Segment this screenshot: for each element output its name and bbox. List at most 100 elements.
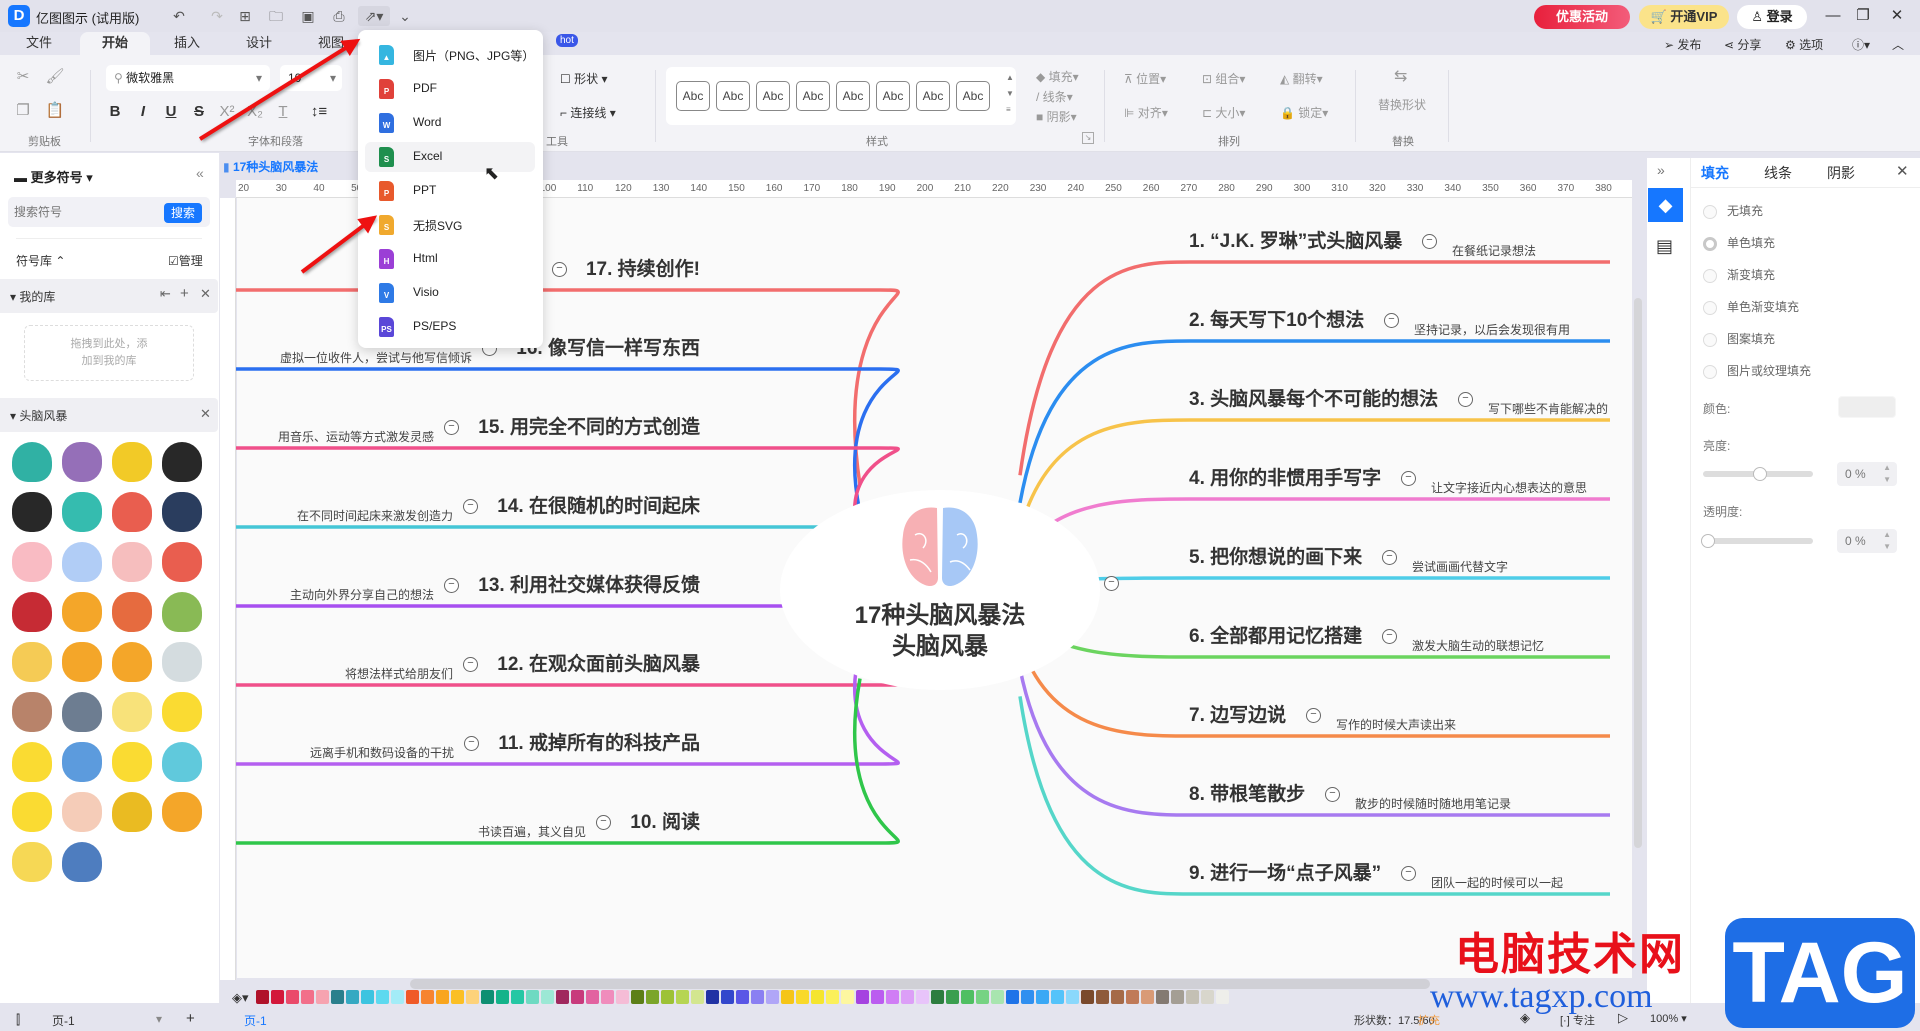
palette-swatch[interactable] xyxy=(646,990,659,1004)
branch-note[interactable]: 团队一起的时候可以一起 xyxy=(1431,874,1563,891)
branch-topic[interactable]: 1. “J.K. 罗琳”式头脑风暴 xyxy=(1189,226,1402,253)
branch-topic[interactable]: 9. 进行一场“点子风暴” xyxy=(1189,858,1381,885)
palette-swatch[interactable] xyxy=(811,990,824,1004)
palette-swatch[interactable] xyxy=(1216,990,1229,1004)
branch-topic[interactable]: 4. 用你的非惯用手写字 xyxy=(1189,463,1381,490)
palette-swatch[interactable] xyxy=(781,990,794,1004)
branch-topic[interactable]: 8. 带根笔散步 xyxy=(1189,779,1305,806)
add-page-icon[interactable]: + xyxy=(186,1010,195,1027)
page-select[interactable]: 页-1 ▾ xyxy=(52,1012,162,1029)
branch-topic[interactable]: 2. 每天写下10个想法 xyxy=(1189,305,1364,332)
branch-topic[interactable]: 7. 边写边说 xyxy=(1189,700,1286,727)
expand-panel-icon[interactable]: » xyxy=(1657,162,1665,178)
collapse-icon[interactable]: − xyxy=(1458,392,1473,407)
branch-note[interactable]: 虚拟一位收件人，尝试与他写信倾诉 xyxy=(280,349,472,366)
palette-swatch[interactable] xyxy=(586,990,599,1004)
palette-swatch[interactable] xyxy=(766,990,779,1004)
palette-swatch[interactable] xyxy=(976,990,989,1004)
transparency-slider-knob[interactable] xyxy=(1701,534,1715,548)
tab-line[interactable]: 线条 xyxy=(1764,163,1792,183)
branch-note[interactable]: 尝试画画代替文字 xyxy=(1412,558,1508,575)
palette-swatch[interactable] xyxy=(541,990,554,1004)
fill-option[interactable]: 渐变填充 xyxy=(1703,266,1775,283)
brightness-slider[interactable] xyxy=(1703,467,1813,481)
palette-swatch[interactable] xyxy=(436,990,449,1004)
palette-swatch[interactable] xyxy=(1126,990,1139,1004)
export-menu-item[interactable]: PS PS/EPS xyxy=(365,312,535,342)
palette-swatch[interactable] xyxy=(391,990,404,1004)
close-panel-icon[interactable]: ✕ xyxy=(1896,162,1909,180)
collapse-icon[interactable]: − xyxy=(1382,550,1397,565)
palette-swatch[interactable] xyxy=(796,990,809,1004)
fill-option[interactable]: 单色填充 xyxy=(1703,234,1775,251)
collapse-icon[interactable]: − xyxy=(1306,708,1321,723)
transparency-slider[interactable] xyxy=(1701,534,1813,548)
palette-swatch[interactable] xyxy=(751,990,764,1004)
palette-swatch[interactable] xyxy=(871,990,884,1004)
palette-swatch[interactable] xyxy=(421,990,434,1004)
fill-option[interactable]: 无填充 xyxy=(1703,202,1763,219)
branch-topic[interactable]: 13. 利用社交媒体获得反馈 xyxy=(478,570,700,597)
export-menu-item[interactable]: W Word xyxy=(365,108,535,138)
collapse-icon[interactable]: − xyxy=(1401,866,1416,881)
branch-note[interactable]: 在餐纸记录想法 xyxy=(1452,242,1536,259)
collapse-icon[interactable]: − xyxy=(463,657,478,672)
brightness-slider-knob[interactable] xyxy=(1753,467,1767,481)
radio-button[interactable] xyxy=(1703,268,1717,283)
palette-swatch[interactable] xyxy=(466,990,479,1004)
palette-swatch[interactable] xyxy=(1081,990,1094,1004)
palette-swatch[interactable] xyxy=(346,990,359,1004)
branch-note[interactable]: 主动向外界分享自己的想法 xyxy=(290,586,434,603)
brightness-input[interactable]: 0 % ▲ ▼ xyxy=(1837,462,1897,486)
palette-swatch[interactable] xyxy=(1006,990,1019,1004)
tab-shadow[interactable]: 阴影 xyxy=(1827,163,1855,183)
collapse-icon[interactable]: − xyxy=(552,262,567,277)
palette-swatch[interactable] xyxy=(706,990,719,1004)
palette-swatch[interactable] xyxy=(1036,990,1049,1004)
fill-option[interactable]: 单色渐变填充 xyxy=(1703,298,1799,315)
branch-note[interactable]: 用音乐、运动等方式激发灵感 xyxy=(278,428,434,445)
branch-topic[interactable]: 3. 头脑风暴每个不可能的想法 xyxy=(1189,384,1438,411)
collapse-icon[interactable]: − xyxy=(464,736,479,751)
transparency-input[interactable]: 0 % ▲ ▼ xyxy=(1837,529,1897,553)
collapse-icon[interactable]: − xyxy=(463,499,478,514)
palette-swatch[interactable] xyxy=(256,990,269,1004)
palette-swatch[interactable] xyxy=(826,990,839,1004)
palette-swatch[interactable] xyxy=(721,990,734,1004)
palette-swatch[interactable] xyxy=(886,990,899,1004)
branch-note[interactable]: 书读百遍，其义自见 xyxy=(478,823,586,840)
branch-note[interactable]: 散步的时候随时随地用笔记录 xyxy=(1355,795,1511,812)
palette-swatch[interactable] xyxy=(1171,990,1184,1004)
palette-swatch[interactable] xyxy=(901,990,914,1004)
collapse-icon[interactable]: − xyxy=(596,815,611,830)
collapse-icon[interactable]: − xyxy=(444,420,459,435)
collapse-icon[interactable]: − xyxy=(1422,234,1437,249)
branch-note[interactable]: 写下哪些不肯能解决的 xyxy=(1488,400,1608,417)
fill-option[interactable]: 图片或纹理填充 xyxy=(1703,362,1811,379)
branch-note[interactable]: 写作的时候大声读出来 xyxy=(1336,716,1456,733)
palette-swatch[interactable] xyxy=(841,990,854,1004)
fill-color-picker-icon[interactable]: ◈▾ xyxy=(232,990,249,1006)
palette-swatch[interactable] xyxy=(481,990,494,1004)
palette-swatch[interactable] xyxy=(1141,990,1154,1004)
center-collapse-icon[interactable]: − xyxy=(1104,576,1119,591)
palette-swatch[interactable] xyxy=(1156,990,1169,1004)
branch-note[interactable]: 远离手机和数码设备的干扰 xyxy=(310,744,454,761)
branch-topic[interactable]: 11. 戒掉所有的科技产品 xyxy=(498,728,700,755)
branch-topic[interactable]: 10. 阅读 xyxy=(630,807,700,834)
zoom-level[interactable]: 100% ▾ xyxy=(1650,1012,1687,1025)
palette-swatch[interactable] xyxy=(451,990,464,1004)
collapse-icon[interactable]: − xyxy=(444,578,459,593)
palette-swatch[interactable] xyxy=(1096,990,1109,1004)
vertical-scrollbar[interactable] xyxy=(1634,298,1642,848)
tab-fill[interactable]: 填充 xyxy=(1701,163,1729,183)
palette-swatch[interactable] xyxy=(631,990,644,1004)
palette-swatch[interactable] xyxy=(661,990,674,1004)
fill-bucket-icon[interactable]: ◆ xyxy=(1648,188,1683,222)
palette-swatch[interactable] xyxy=(286,990,299,1004)
collapse-icon[interactable]: − xyxy=(1384,313,1399,328)
palette-swatch[interactable] xyxy=(496,990,509,1004)
palette-swatch[interactable] xyxy=(1186,990,1199,1004)
palette-swatch[interactable] xyxy=(931,990,944,1004)
radio-button[interactable] xyxy=(1703,300,1717,315)
